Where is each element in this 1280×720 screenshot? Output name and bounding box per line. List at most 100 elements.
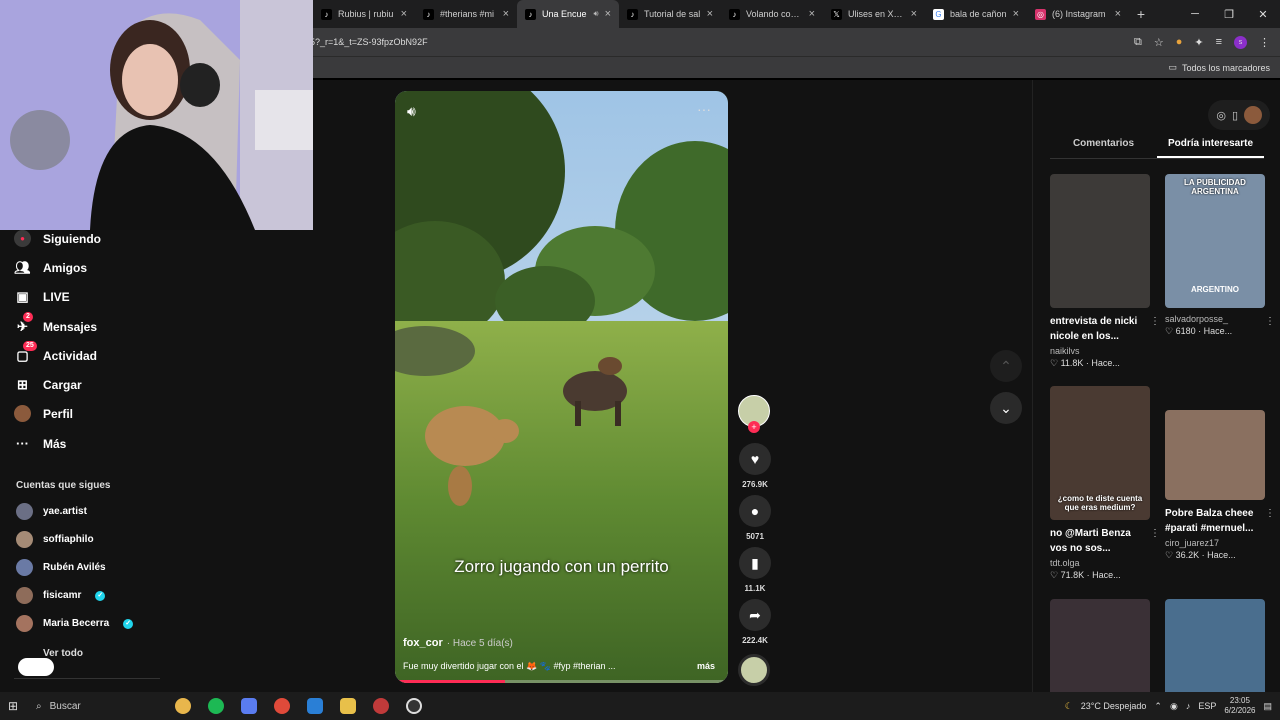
file-explorer-icon[interactable] [331, 695, 364, 717]
sidebar-item-mensajes[interactable]: ✈ 2 Mensajes [14, 312, 97, 335]
media-control-icon[interactable]: ≡ [1216, 36, 1222, 48]
sidebar-item-ms[interactable]: ··· Más [14, 435, 66, 452]
volume-icon[interactable]: 🔊︎ [407, 103, 416, 120]
tab-suggested[interactable]: Podría interesarte [1157, 138, 1264, 158]
tab-comments[interactable]: Comentarios [1050, 138, 1157, 158]
card-options-icon[interactable]: ⋮ [1265, 508, 1275, 519]
sidebar-item-cargar[interactable]: ⊞ Cargar [14, 376, 82, 393]
card-options-icon[interactable]: ⋮ [1265, 316, 1275, 327]
video-progress-bar[interactable] [395, 680, 728, 683]
video-card[interactable]: LA PUBLICIDAD ARGENTINA ARGENTINO salvador… [1165, 174, 1275, 337]
video-player[interactable]: 🔊︎ ··· Zorro jugando con un perrito fox_… [395, 91, 728, 683]
follow-plus-icon[interactable]: + [748, 421, 760, 433]
close-tab-icon[interactable]: × [401, 8, 407, 20]
sidebar-item-amigos[interactable]: 👥︎ Amigos [14, 259, 87, 276]
see-all-link[interactable]: Ver todo [43, 648, 83, 659]
video-card[interactable]: Pobre Balza cheee #parati #mernuel... cir… [1165, 410, 1275, 561]
sidebar-item-label: Actividad [43, 348, 98, 363]
close-tab-icon[interactable]: × [809, 8, 815, 20]
browser-tab[interactable]: ♪ Tutorial de sal × [619, 0, 721, 28]
video-options-icon[interactable]: ··· [697, 101, 711, 117]
video-thumbnail[interactable] [1050, 174, 1150, 308]
comment-button[interactable]: ● [739, 495, 771, 527]
sidebar-item-siguiendo[interactable]: ● Siguiendo [14, 230, 101, 247]
author-name[interactable]: fox_cor [403, 637, 443, 649]
following-account[interactable]: Rubén Avilés [16, 559, 106, 576]
browser-tab[interactable]: 𝕏 Ulises en X: "E × [823, 0, 925, 28]
copilot-sparkle-icon[interactable] [166, 695, 199, 717]
close-tab-icon[interactable]: × [707, 8, 713, 20]
close-tab-icon[interactable]: × [1013, 8, 1019, 20]
volume-tray-icon[interactable]: ♪ [1186, 701, 1191, 711]
card-username[interactable]: ciro_juarez17 [1165, 538, 1267, 548]
browser-tab[interactable]: Gbala de cañon × [925, 0, 1027, 28]
tray-expand-icon[interactable]: ⌃ [1154, 701, 1162, 712]
browser-menu-icon[interactable]: ⋮ [1259, 36, 1270, 49]
obs-icon[interactable] [397, 695, 430, 717]
bookmark-star-icon[interactable]: ☆ [1154, 36, 1164, 49]
following-account[interactable]: yae.artist [16, 503, 87, 520]
video-thumbnail[interactable] [1165, 410, 1265, 500]
device-icon[interactable]: ▯ [1232, 109, 1238, 122]
compass-icon[interactable]: ◎ [1216, 109, 1226, 122]
close-window-icon[interactable]: ✕ [1246, 8, 1280, 21]
close-tab-icon[interactable]: × [911, 8, 917, 20]
browser-tab[interactable]: ◎ (6) Instagram × [1027, 0, 1129, 28]
following-account[interactable]: fisicamr ✓ [16, 587, 106, 604]
card-username[interactable]: salvadorposse_ [1165, 314, 1267, 324]
browser-tab[interactable]: ♪ Rubius | rubiu × [313, 0, 415, 28]
more-button[interactable]: más [697, 661, 715, 671]
new-tab-button[interactable]: + [1129, 6, 1153, 22]
notifications-icon[interactable]: ▤ [1263, 701, 1272, 712]
copilot-icon[interactable] [232, 695, 265, 717]
previous-video-button[interactable]: ⌃ [990, 350, 1022, 382]
app-icon[interactable] [298, 695, 331, 717]
user-avatar[interactable] [1244, 106, 1262, 124]
share-button[interactable]: ➦ [739, 599, 771, 631]
tiktok-favicon-icon: ♪ [627, 8, 638, 20]
card-username[interactable]: naikilvs [1050, 346, 1152, 356]
language-indicator[interactable]: ESP [1198, 701, 1216, 711]
music-disc[interactable] [738, 654, 770, 686]
all-bookmarks-link[interactable]: Todos los marcadores [1182, 63, 1270, 73]
following-account[interactable]: soffiaphilo [16, 531, 94, 548]
next-video-button[interactable]: ⌄ [990, 392, 1022, 424]
close-tab-icon[interactable]: × [605, 8, 611, 20]
video-thumbnail[interactable]: LA PUBLICIDAD ARGENTINA ARGENTINO [1165, 174, 1265, 308]
sidebar-item-perfil[interactable]: Perfil [14, 405, 73, 422]
speaker-icon[interactable]: 🔊︎ [594, 9, 599, 19]
sidebar-item-actividad[interactable]: ▢ 25 Actividad [14, 341, 98, 364]
extension-color-icon[interactable]: ● [1176, 36, 1183, 48]
install-app-icon[interactable]: ⧉ [1134, 36, 1142, 49]
browser-tab[interactable]: ♪ Volando con R × [721, 0, 823, 28]
wifi-icon[interactable]: ◉ [1170, 701, 1178, 712]
chrome-icon[interactable] [265, 695, 298, 717]
close-tab-icon[interactable]: × [503, 8, 509, 20]
card-options-icon[interactable]: ⋮ [1150, 528, 1160, 539]
card-title: entrevista de nicki nicole en los... [1050, 316, 1138, 342]
video-thumbnail[interactable]: ¿como te diste cuenta que eras medium? [1050, 386, 1150, 520]
card-username[interactable]: tdt.olga [1050, 558, 1152, 568]
card-options-icon[interactable]: ⋮ [1150, 316, 1160, 327]
close-tab-icon[interactable]: × [1115, 8, 1121, 20]
windows-start-icon[interactable]: ⊞ [0, 699, 26, 713]
clock[interactable]: 23:05 6/2/2026 [1224, 696, 1255, 716]
weather-text[interactable]: 23°C Despejado [1081, 701, 1147, 711]
browser-tab[interactable]: ♪ #therians #mi × [415, 0, 517, 28]
browser-tab[interactable]: ♪ Una Encue 🔊︎ × [517, 0, 619, 28]
save-button[interactable]: ▮ [739, 547, 771, 579]
restore-icon[interactable]: ❐ [1212, 8, 1246, 21]
video-card[interactable]: entrevista de nicki nicole en los... naik… [1050, 174, 1160, 369]
minimize-icon[interactable]: ─ [1178, 8, 1212, 21]
following-account[interactable]: Maria Becerra ✓ [16, 615, 134, 632]
sidebar-item-live[interactable]: ▣ LIVE [14, 288, 69, 305]
like-button[interactable]: ♥ [739, 443, 771, 475]
video-author[interactable]: fox_cor · Hace 5 día(s) [403, 637, 513, 649]
chrome-profile-icon[interactable] [364, 695, 397, 717]
taskbar-search[interactable]: ⌕ Buscar [26, 695, 166, 717]
video-card[interactable]: ¿como te diste cuenta que eras medium? no… [1050, 386, 1160, 581]
spotify-icon[interactable] [199, 695, 232, 717]
profile-avatar-icon[interactable]: s [1234, 35, 1247, 49]
tiktok-favicon-icon: ♪ [423, 8, 434, 20]
extensions-icon[interactable]: ✦ [1194, 36, 1203, 49]
